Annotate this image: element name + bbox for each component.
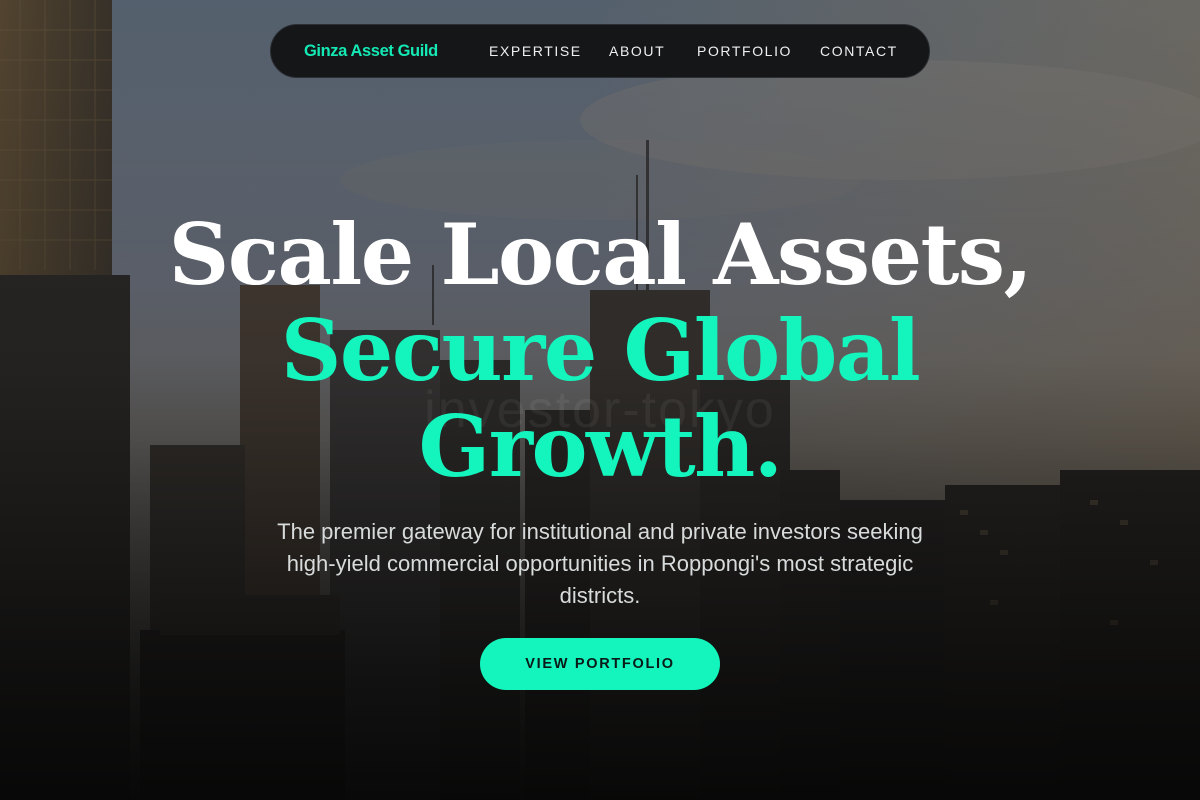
hero-headline-line-2: Secure Global [280, 301, 921, 400]
hero-headline-line-3: Growth. [418, 397, 783, 496]
hero-subtitle: The premier gateway for institutional an… [277, 519, 923, 608]
nav-link-contact[interactable]: CONTACT [820, 25, 898, 77]
view-portfolio-button[interactable]: VIEW PORTFOLIO [480, 638, 720, 690]
nav-link-portfolio[interactable]: PORTFOLIO [697, 25, 792, 77]
nav-link-expertise[interactable]: EXPERTISE [489, 25, 582, 77]
hero-headline-line-1: Scale Local Assets, [168, 205, 1033, 304]
brand-logo-link[interactable]: Ginza Asset Guild [304, 25, 438, 77]
nav-link-about[interactable]: ABOUT [609, 25, 665, 77]
top-navigation: Ginza Asset Guild EXPERTISE ABOUT PORTFO… [270, 24, 930, 78]
